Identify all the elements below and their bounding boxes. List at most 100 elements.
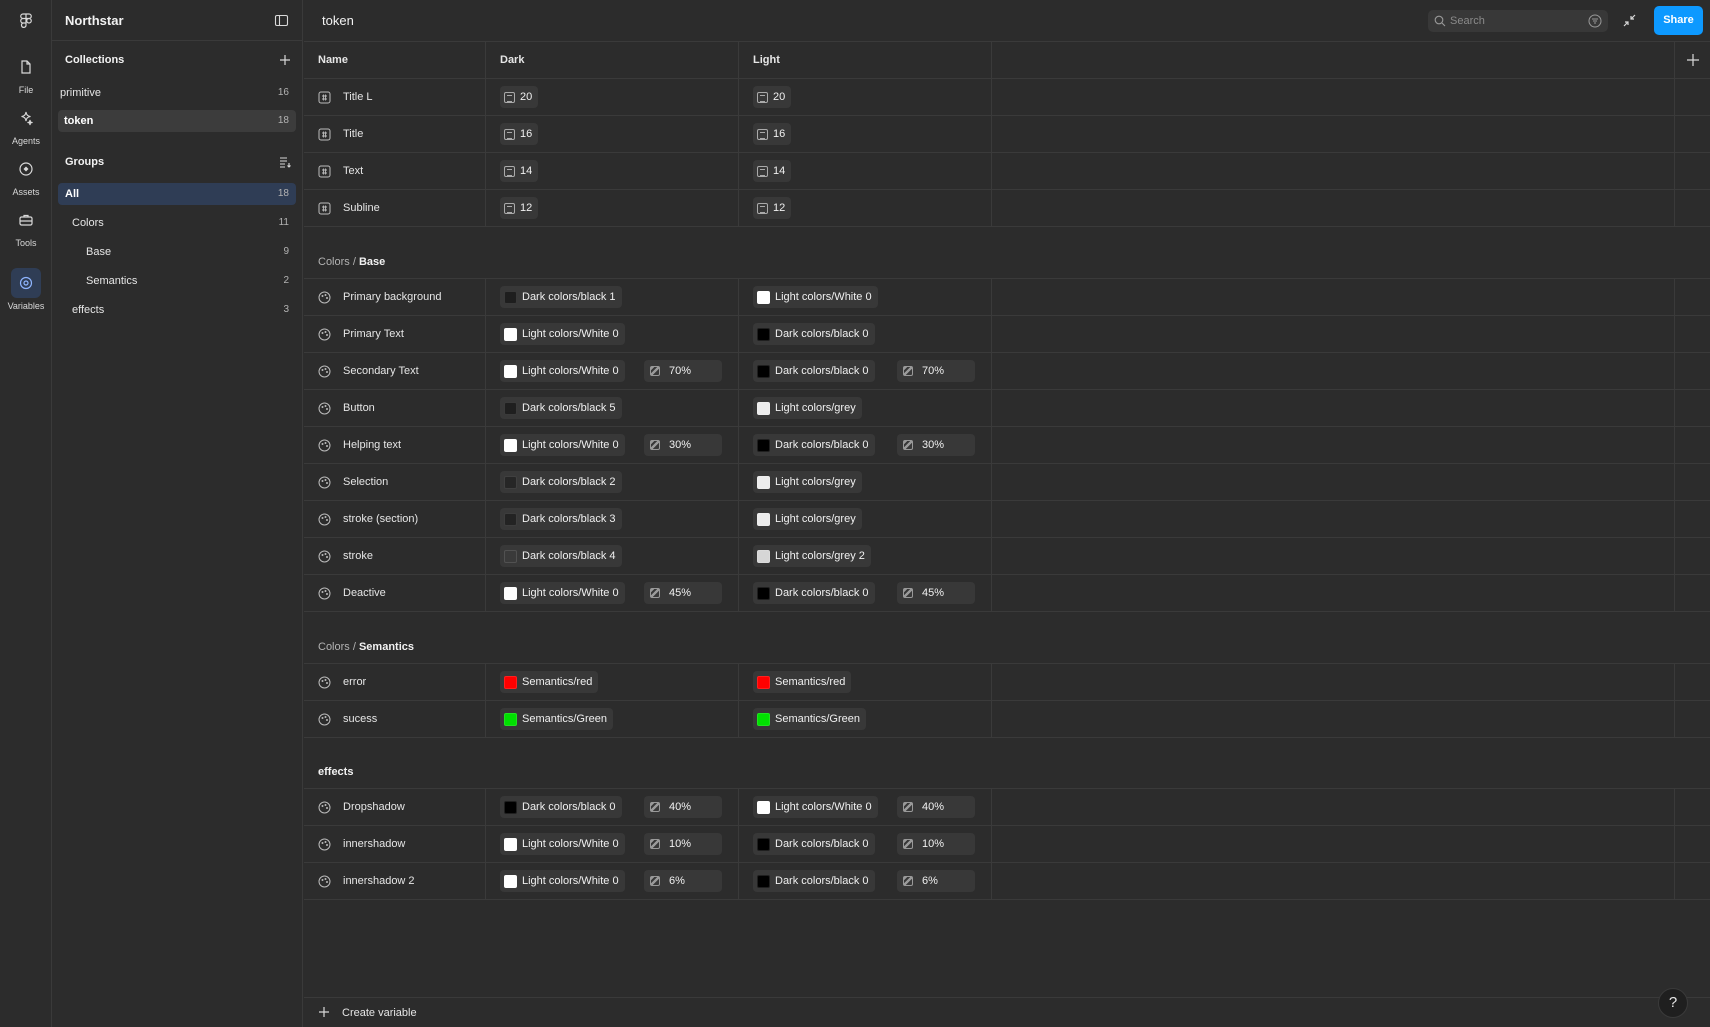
rail-file[interactable]: File — [0, 52, 52, 95]
variable-name[interactable]: error — [343, 676, 366, 688]
number-value[interactable]: 12 — [753, 197, 792, 219]
group-effects[interactable]: effects 3 — [58, 299, 296, 321]
rail-variables[interactable]: Variables — [0, 268, 52, 311]
color-alias-value[interactable]: Light colors/grey 2 — [753, 545, 871, 567]
variable-name[interactable]: Selection — [343, 476, 388, 488]
table-row[interactable]: error Semantics/red Semantics/red — [304, 664, 1710, 701]
variable-name[interactable]: innershadow 2 — [343, 875, 415, 887]
color-alias-value[interactable]: Dark colors/black 1 — [500, 286, 622, 308]
color-alias-value[interactable]: Semantics/Green — [500, 708, 613, 730]
group-all[interactable]: All 18 — [58, 183, 296, 205]
filter-icon[interactable] — [1588, 14, 1602, 28]
group-semantics[interactable]: Semantics 2 — [58, 270, 296, 292]
number-value[interactable]: 20 — [753, 86, 792, 108]
color-alias-value[interactable]: Dark colors/black 0 — [753, 323, 875, 345]
color-alias-value[interactable]: Light colors/White 0 — [753, 796, 878, 818]
collection-primitive[interactable]: primitive 16 — [58, 82, 296, 104]
column-header-light[interactable]: Light — [753, 54, 780, 66]
variable-name[interactable]: stroke — [343, 550, 373, 562]
table-row[interactable]: Primary Text Light colors/White 0 Dark col… — [304, 316, 1710, 353]
color-alias-value[interactable]: Dark colors/black 0 — [500, 796, 622, 818]
table-row[interactable]: Button Dark colors/black 5 Light colors/gr… — [304, 390, 1710, 427]
group-colors[interactable]: Colors 11 — [58, 212, 296, 234]
number-value[interactable]: 20 — [500, 86, 539, 108]
figma-logo-icon[interactable] — [17, 12, 35, 30]
opacity-value[interactable]: 6% — [897, 870, 975, 892]
color-alias-value[interactable]: Semantics/Green — [753, 708, 866, 730]
color-alias-value[interactable]: Light colors/White 0 — [500, 434, 625, 456]
color-alias-value[interactable]: Light colors/White 0 — [500, 582, 625, 604]
color-alias-value[interactable]: Dark colors/black 2 — [500, 471, 622, 493]
create-variable-button[interactable]: Create variable — [342, 1007, 417, 1019]
table-row[interactable]: innershadow Light colors/White 0 10% Dark c… — [304, 826, 1710, 863]
variable-name[interactable]: Dropshadow — [343, 801, 405, 813]
number-value[interactable]: 16 — [500, 123, 539, 145]
table-row[interactable]: Primary background Dark colors/black 1 Lig… — [304, 279, 1710, 316]
color-alias-value[interactable]: Semantics/red — [753, 671, 852, 693]
color-alias-value[interactable]: Semantics/red — [500, 671, 599, 693]
collection-token[interactable]: token 18 — [58, 110, 296, 132]
number-value[interactable]: 16 — [753, 123, 792, 145]
collapse-icon[interactable] — [1622, 13, 1637, 28]
color-alias-value[interactable]: Dark colors/black 0 — [753, 582, 875, 604]
color-alias-value[interactable]: Light colors/White 0 — [500, 360, 625, 382]
opacity-value[interactable]: 40% — [897, 796, 975, 818]
rail-agents[interactable]: Agents — [0, 103, 52, 146]
color-alias-value[interactable]: Dark colors/black 3 — [500, 508, 622, 530]
table-row[interactable]: innershadow 2 Light colors/White 0 6% Dark … — [304, 863, 1710, 900]
table-row[interactable]: stroke (section) Dark colors/black 3 Light… — [304, 501, 1710, 538]
opacity-value[interactable]: 70% — [897, 360, 975, 382]
variable-name[interactable]: Text — [343, 165, 363, 177]
variable-name[interactable]: Title L — [343, 91, 373, 103]
variable-name[interactable]: Helping text — [343, 439, 401, 451]
add-collection-icon[interactable] — [279, 54, 291, 66]
opacity-value[interactable]: 10% — [897, 833, 975, 855]
color-alias-value[interactable]: Light colors/White 0 — [753, 286, 878, 308]
color-alias-value[interactable]: Dark colors/black 0 — [753, 870, 875, 892]
opacity-value[interactable]: 30% — [644, 434, 722, 456]
color-alias-value[interactable]: Light colors/White 0 — [500, 323, 625, 345]
opacity-value[interactable]: 40% — [644, 796, 722, 818]
color-alias-value[interactable]: Light colors/grey — [753, 508, 862, 530]
table-row[interactable]: stroke Dark colors/black 4 Light colors/gr… — [304, 538, 1710, 575]
opacity-value[interactable]: 45% — [644, 582, 722, 604]
help-button[interactable]: ? — [1658, 988, 1688, 1018]
sort-groups-icon[interactable] — [279, 156, 291, 168]
table-row[interactable]: Dropshadow Dark colors/black 0 40% Light co… — [304, 789, 1710, 826]
variable-name[interactable]: Deactive — [343, 587, 386, 599]
variable-name[interactable]: sucess — [343, 713, 377, 725]
variable-name[interactable]: Primary Text — [343, 328, 404, 340]
number-value[interactable]: 14 — [753, 160, 792, 182]
table-row[interactable]: Selection Dark colors/black 2 Light colors… — [304, 464, 1710, 501]
opacity-value[interactable]: 45% — [897, 582, 975, 604]
color-alias-value[interactable]: Light colors/grey — [753, 471, 862, 493]
table-row[interactable]: Helping text Light colors/White 0 30% Dark … — [304, 427, 1710, 464]
color-alias-value[interactable]: Dark colors/black 0 — [753, 434, 875, 456]
opacity-value[interactable]: 30% — [897, 434, 975, 456]
rail-tools[interactable]: Tools — [0, 205, 52, 248]
color-alias-value[interactable]: Dark colors/black 0 — [753, 833, 875, 855]
sidebar-toggle-icon[interactable] — [274, 13, 289, 28]
color-alias-value[interactable]: Light colors/White 0 — [500, 870, 625, 892]
table-row[interactable]: Title L 20 20 — [304, 79, 1710, 116]
number-value[interactable]: 12 — [500, 197, 539, 219]
variable-name[interactable]: Button — [343, 402, 375, 414]
opacity-value[interactable]: 6% — [644, 870, 722, 892]
color-alias-value[interactable]: Dark colors/black 0 — [753, 360, 875, 382]
variable-name[interactable]: innershadow — [343, 838, 405, 850]
table-row[interactable]: Deactive Light colors/White 0 45% Dark colo… — [304, 575, 1710, 612]
table-row[interactable]: sucess Semantics/Green Semantics/Green — [304, 701, 1710, 738]
add-mode-icon[interactable] — [1686, 53, 1700, 67]
variable-name[interactable]: stroke (section) — [343, 513, 418, 525]
variable-name[interactable]: Subline — [343, 202, 380, 214]
table-row[interactable]: Secondary Text Light colors/White 0 70% Dar… — [304, 353, 1710, 390]
table-row[interactable]: Title 16 16 — [304, 116, 1710, 153]
number-value[interactable]: 14 — [500, 160, 539, 182]
color-alias-value[interactable]: Dark colors/black 5 — [500, 397, 622, 419]
variable-name[interactable]: Title — [343, 128, 363, 140]
variable-name[interactable]: Primary background — [343, 291, 441, 303]
share-button[interactable]: Share — [1654, 6, 1703, 35]
search-input[interactable]: Search — [1428, 10, 1608, 32]
color-alias-value[interactable]: Light colors/White 0 — [500, 833, 625, 855]
color-alias-value[interactable]: Light colors/grey — [753, 397, 862, 419]
